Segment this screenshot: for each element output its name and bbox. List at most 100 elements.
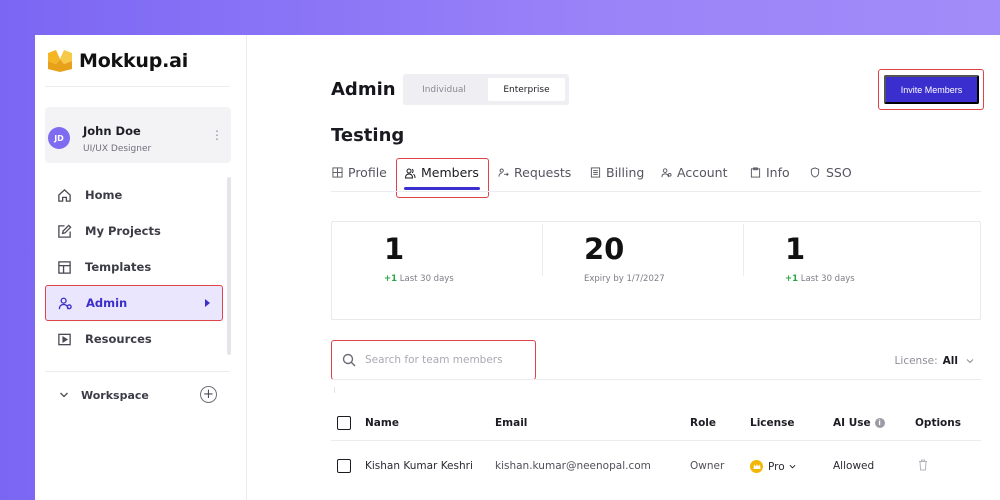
page-title: Admin (331, 79, 396, 100)
sidebar-item-admin[interactable]: Admin (45, 285, 223, 321)
stat-card: 1 +1 Last 30 days (733, 222, 963, 319)
stat-note-text: Last 30 days (800, 274, 855, 284)
sidebar-item-label: Home (85, 188, 123, 202)
column-header-license[interactable]: License (750, 417, 794, 429)
workspace-section[interactable]: Workspace + (59, 385, 217, 405)
select-all-checkbox[interactable] (337, 416, 351, 430)
sidebar-item-templates[interactable]: Templates (45, 249, 223, 285)
stat-card: 1 +1 Last 30 days (332, 222, 542, 319)
sidebar-item-label: Resources (85, 332, 152, 346)
active-tab-indicator (404, 187, 480, 190)
chevron-down-icon (789, 464, 796, 469)
tab-billing[interactable]: Billing (589, 165, 644, 180)
caret-right-icon (205, 299, 210, 307)
organization-name: Testing (331, 125, 405, 146)
play-icon (55, 330, 73, 348)
tab-label: SSO (826, 165, 852, 180)
sidebar-item-label: Templates (85, 260, 152, 274)
license-filter-label: License: (894, 355, 938, 367)
invite-members-button[interactable]: Invite Members (884, 75, 979, 104)
user-name: John Doe (83, 124, 141, 138)
brand-name: Mokkup.ai (79, 50, 189, 72)
sidebar-nav: Home My Projects Templates Admin Resourc… (45, 177, 223, 357)
sidebar-scrollbar[interactable] (227, 177, 231, 355)
sidebar-item-resources[interactable]: Resources (45, 321, 223, 357)
stat-note: Expiry by 1/7/2027 (584, 274, 665, 284)
tab-info[interactable]: Info (749, 165, 790, 180)
logo[interactable]: Mokkup.ai (48, 50, 188, 72)
segment-individual[interactable]: Individual (406, 78, 482, 101)
ai-use-status: Allowed (833, 460, 875, 472)
user-role: UI/UX Designer (83, 144, 152, 154)
requests-icon (497, 167, 509, 179)
sidebar-item-label: Admin (86, 296, 128, 310)
stat-value: 1 (785, 232, 806, 266)
sidebar-item-home[interactable]: Home (45, 177, 223, 213)
stat-note-text: Last 30 days (399, 274, 454, 284)
divider (331, 379, 981, 380)
row-checkbox[interactable] (337, 459, 351, 473)
member-name: Kishan Kumar Keshri (365, 460, 473, 472)
stat-value: 1 (384, 232, 405, 266)
license-filter[interactable]: License: All (895, 355, 974, 367)
stat-note: +1 Last 30 days (785, 274, 855, 284)
home-icon (55, 186, 73, 204)
column-header-ai-use[interactable]: AI Use i (833, 417, 885, 429)
tab-requests[interactable]: Requests (497, 165, 571, 180)
column-header-name[interactable]: Name (365, 417, 399, 429)
stat-delta: +1 (384, 274, 398, 284)
stat-note: +1 Last 30 days (384, 274, 454, 284)
tab-label: Profile (348, 165, 387, 180)
workspace-label: Workspace (81, 388, 149, 402)
add-workspace-icon[interactable]: + (200, 386, 217, 403)
tab-label: Requests (514, 165, 572, 180)
divider (45, 86, 230, 87)
tab-label: Billing (606, 165, 645, 180)
license-value: Pro (768, 460, 785, 473)
column-header-role[interactable]: Role (690, 417, 716, 429)
stat-value: 20 (584, 232, 625, 266)
divider (331, 440, 981, 441)
layout-icon (55, 258, 73, 276)
users-icon (56, 294, 74, 312)
shield-icon (809, 167, 821, 179)
mokkup-logo-icon (48, 50, 72, 72)
stats-panel: 1 +1 Last 30 days 20 Expiry by 1/7/2027 … (331, 221, 981, 320)
crown-icon (750, 460, 763, 473)
license-filter-value: All (942, 355, 958, 367)
app-window: Mokkup.ai JD John Doe UI/UX Designer ⋮ H… (35, 35, 1000, 500)
tab-label: Account (677, 165, 728, 180)
delete-icon[interactable] (918, 459, 928, 471)
avatar: JD (48, 127, 70, 149)
column-header-label: AI Use (833, 417, 871, 429)
member-email: kishan.kumar@neenopal.com (495, 460, 651, 472)
divider (331, 191, 981, 192)
stat-card: 20 Expiry by 1/7/2027 (532, 222, 742, 319)
info-icon (749, 167, 761, 179)
account-type-toggle: Individual Enterprise (403, 74, 569, 105)
segment-enterprise[interactable]: Enterprise (488, 78, 565, 101)
chevron-down-icon (966, 359, 974, 364)
tab-label: Info (766, 165, 790, 180)
column-header-email[interactable]: Email (495, 417, 527, 429)
user-card[interactable]: JD John Doe UI/UX Designer ⋮ (45, 107, 231, 163)
sidebar-item-label: My Projects (85, 224, 161, 238)
edit-icon (55, 222, 73, 240)
billing-icon (589, 167, 601, 179)
column-header-options: Options (915, 417, 961, 429)
divider (45, 371, 230, 372)
divider (334, 387, 335, 393)
info-icon[interactable]: i (874, 418, 885, 428)
more-options-icon[interactable]: ⋮ (211, 129, 223, 141)
member-role: Owner (690, 460, 725, 472)
tab-account[interactable]: Account (660, 165, 727, 180)
search-input[interactable] (365, 348, 525, 372)
sidebar-item-my-projects[interactable]: My Projects (45, 213, 223, 249)
tab-sso[interactable]: SSO (809, 165, 852, 180)
account-icon (660, 167, 672, 179)
sidebar: Mokkup.ai JD John Doe UI/UX Designer ⋮ H… (35, 35, 247, 500)
license-dropdown[interactable]: Pro (750, 460, 796, 473)
main-content: Admin Individual Enterprise Invite Membe… (247, 35, 1000, 500)
search-icon (342, 353, 356, 367)
tab-profile[interactable]: Profile (331, 165, 387, 180)
